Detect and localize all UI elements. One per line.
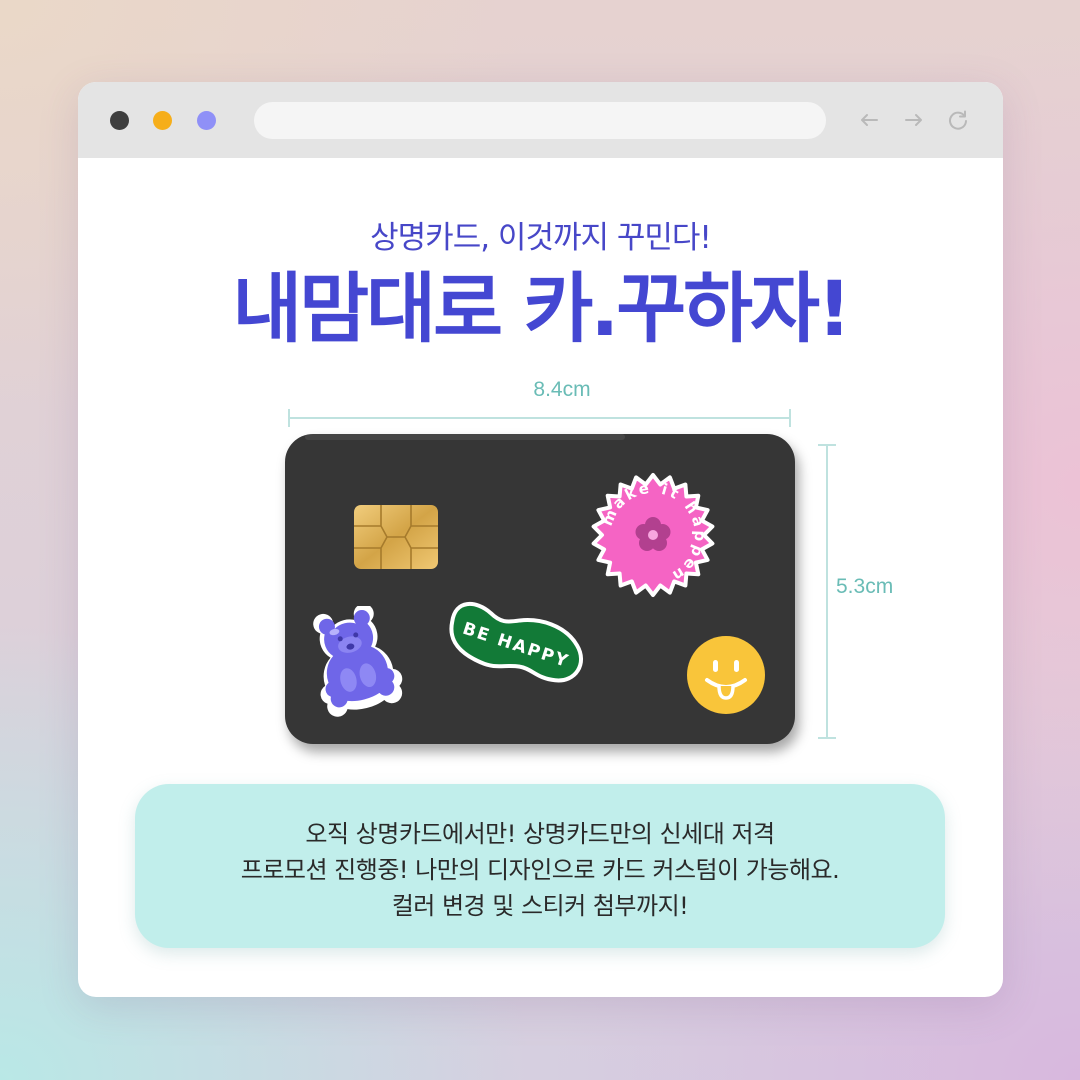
forward-arrow-icon[interactable] [903,109,925,131]
card-width-label: 8.4cm [533,378,591,401]
promo-description-line-1: 오직 상명카드에서만! 상명카드만의 신세대 저격 [305,820,775,848]
width-dimension-line [288,417,791,419]
minimize-window-button[interactable] [153,111,172,130]
credit-card: make it happen BE HAPPY [285,434,795,744]
height-dimension-line [826,444,828,739]
reload-icon[interactable] [947,109,969,131]
browser-titlebar [78,82,1003,158]
promo-description-line-3: 컬러 변경 및 스티커 첨부까지! [391,892,689,920]
promo-subtitle: 상명카드, 이것까지 꾸민다! [370,220,712,256]
gummy-bear-sticker [313,606,403,717]
make-it-happen-sticker: make it happen [591,473,715,597]
card-height-label: 5.3cm [836,575,894,598]
browser-window: 상명카드, 이것까지 꾸민다! 내맘대로 카.꾸하자! 8.4cm 5.3cm [78,82,1003,997]
chip-icon [354,505,438,569]
promo-headline: 내맘대로 카.꾸하자! [232,264,851,353]
height-dimension-tick-top [818,444,836,446]
be-happy-sticker: BE HAPPY [449,602,583,683]
promo-description-box: 오직 상명카드에서만! 상명카드만의 신세대 저격 프로모션 진행중! 나만의 … [135,784,945,948]
promo-description-line-2: 프로모션 진행중! 나만의 디자인으로 카드 커스텀이 가능해요. [240,856,840,884]
close-window-button[interactable] [110,111,129,130]
width-dimension-tick-right [789,409,791,427]
smiley-tongue-sticker [687,636,765,714]
height-dimension-tick-bottom [818,737,836,739]
card-sheen [305,434,625,440]
address-bar[interactable] [254,102,826,139]
back-arrow-icon[interactable] [858,109,880,131]
maximize-window-button[interactable] [197,111,216,130]
width-dimension-tick-left [288,409,290,427]
